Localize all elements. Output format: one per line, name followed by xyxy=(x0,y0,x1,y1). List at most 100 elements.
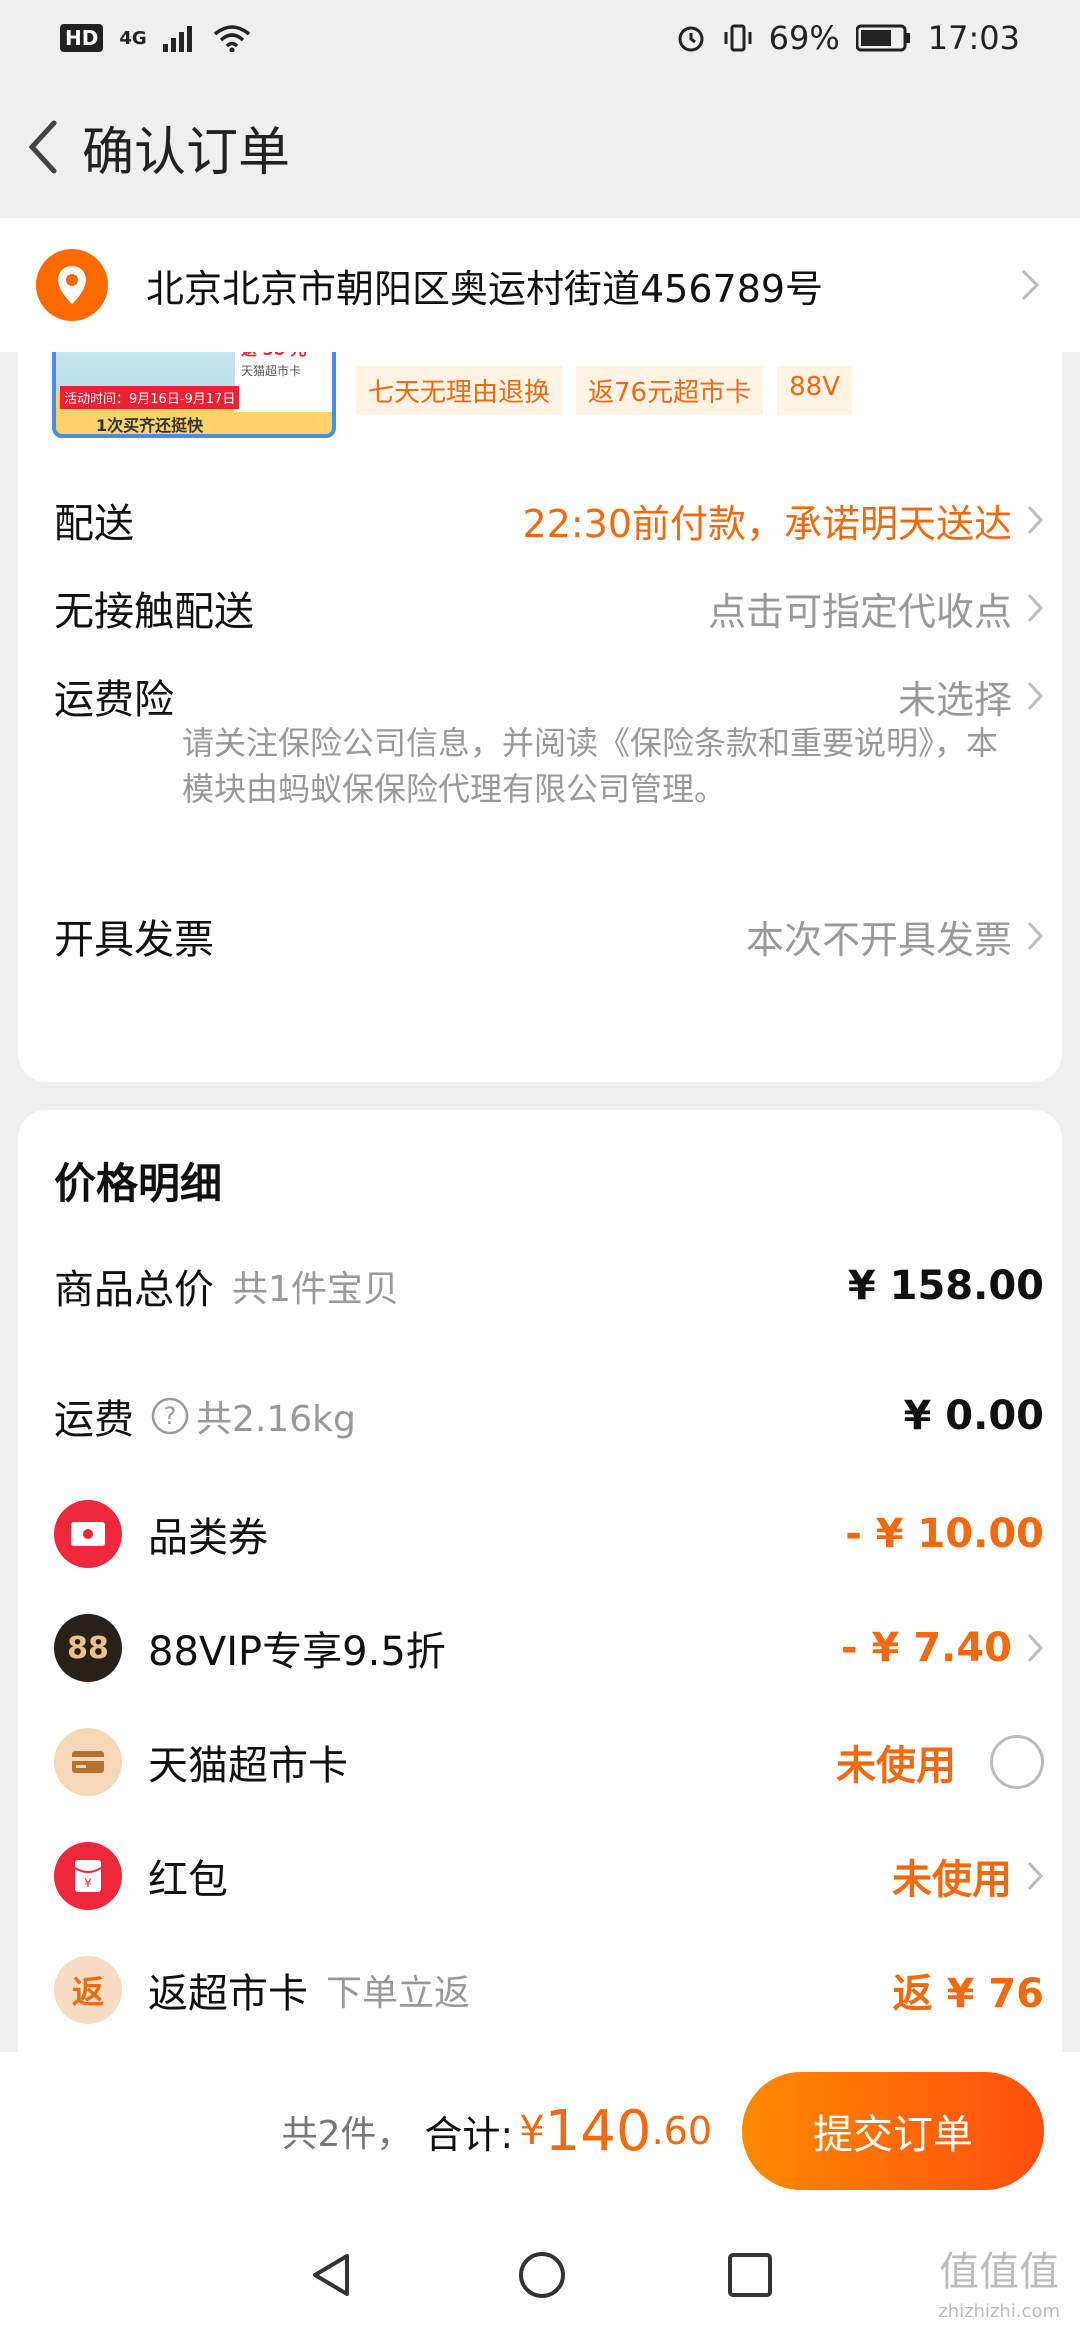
help-icon[interactable]: ? xyxy=(150,1396,190,1436)
invoice-row[interactable]: 开具发票 本次不开具发票 xyxy=(54,896,1044,976)
invoice-value-wrap: 本次不开具发票 xyxy=(746,909,1044,964)
total-label: 合计: xyxy=(424,2112,514,2157)
vip-amount-wrap: - ¥ 7.40 xyxy=(841,1625,1044,1671)
total-currency: ¥ xyxy=(519,2108,545,2154)
red-packet-wrap: 未使用 xyxy=(892,1847,1044,1905)
chevron-right-icon xyxy=(1027,593,1044,623)
shipping-label: 运费 xyxy=(54,1397,134,1443)
chevron-right-icon xyxy=(1027,921,1044,951)
vip-discount-left: 88 88VIP专享9.5折 xyxy=(54,1614,446,1682)
goods-total-row: 商品总价 共1件宝贝 ¥ 158.00 xyxy=(54,1246,1044,1326)
insurance-value-wrap: 未选择 xyxy=(898,669,1044,724)
coupon-icon xyxy=(54,1500,122,1568)
total-integer: 140 xyxy=(544,2098,652,2164)
status-right: 69% 17:03 xyxy=(675,19,1020,57)
page-title: 确认订单 xyxy=(82,122,291,183)
clock: 17:03 xyxy=(927,19,1020,57)
rebate-card-amount: 返 ¥ 76 xyxy=(892,1971,1044,2017)
rebate-card-sub: 下单立返 xyxy=(326,1973,471,2014)
invoice-value: 本次不开具发票 xyxy=(745,917,1012,962)
network-badge: 4G xyxy=(119,27,147,49)
back-icon[interactable] xyxy=(8,97,78,197)
tmall-card-wrap: 未使用 xyxy=(836,1733,1044,1791)
red-packet-row[interactable]: ¥ 红包 未使用 xyxy=(54,1836,1044,1916)
watermark: 值值值 zhizhizhi.com xyxy=(938,2252,1060,2332)
signal-icon xyxy=(162,26,192,52)
submit-order-button[interactable]: 提交订单 xyxy=(742,2072,1044,2190)
nav-recents-icon[interactable] xyxy=(727,2252,773,2298)
checkout-bar: 共2件， 合计: ¥ 140 .60 提交订单 xyxy=(0,2052,1080,2210)
rebate-icon: 返 xyxy=(54,1956,122,2024)
vip-discount-label: 88VIP专享9.5折 xyxy=(148,1629,446,1675)
insurance-value: 未选择 xyxy=(897,677,1012,722)
contactless-row[interactable]: 无接触配送 点击可指定代收点 xyxy=(54,568,1044,648)
tmall-card-row[interactable]: 天猫超市卡 未使用 xyxy=(54,1722,1044,1802)
tag-rebate: 返76元超市卡 xyxy=(576,366,764,415)
rebate-card-label: 返超市卡 xyxy=(148,1971,308,2017)
contactless-value-wrap: 点击可指定代收点 xyxy=(708,581,1044,636)
shipping-sub: 共2.16kg xyxy=(196,1399,356,1440)
thumb-card-label: 天猫超市卡 xyxy=(241,364,302,378)
red-packet-label: 红包 xyxy=(148,1857,228,1903)
system-nav-bar: 值值值 zhizhizhi.com xyxy=(0,2210,1080,2340)
insurance-note: 请关注保险公司信息，并阅读《保险条款和重要说明》，本模块由蚂蚁保保险代理有限公司… xyxy=(182,724,999,808)
vip-discount-row[interactable]: 88 88VIP专享9.5折 - ¥ 7.40 xyxy=(54,1608,1044,1688)
tmall-card-status: 未使用 xyxy=(836,1743,956,1789)
battery-percent: 69% xyxy=(768,19,840,57)
shipping-amount: ¥ 0.00 xyxy=(903,1393,1044,1439)
tmall-card-left: 天猫超市卡 xyxy=(54,1728,348,1796)
goods-total-amount: ¥ 158.00 xyxy=(847,1263,1044,1309)
chevron-right-icon xyxy=(1016,265,1044,305)
product-tags: 七天无理由退换 返76元超市卡 88V xyxy=(356,366,856,422)
rebate-card-row: 返 返超市卡 下单立返 返 ¥ 76 xyxy=(54,1950,1044,2030)
nav-home-icon[interactable] xyxy=(517,2250,567,2300)
svg-text:¥: ¥ xyxy=(84,1876,92,1890)
total-decimal: .60 xyxy=(651,2109,712,2153)
delivery-value-wrap: 22:30前付款，承诺明天送达 xyxy=(522,493,1044,548)
shipping-row: 运费 ? 共2.16kg ¥ 0.00 xyxy=(54,1376,1044,1456)
vip-88-icon: 88 xyxy=(54,1614,122,1682)
rebate-card-left: 返 返超市卡 下单立返 xyxy=(54,1956,470,2024)
vip-discount-amount: - ¥ 7.40 xyxy=(841,1625,1012,1671)
tmall-card-radio[interactable] xyxy=(990,1735,1044,1789)
contactless-label: 无接触配送 xyxy=(54,589,254,635)
category-coupon-amount: - ¥ 10.00 xyxy=(845,1511,1044,1557)
address-bar[interactable]: 北京北京市朝阳区奥运村街道456789号 xyxy=(0,218,1080,352)
alarm-icon xyxy=(678,26,704,52)
address-text: 北京北京市朝阳区奥运村街道456789号 xyxy=(146,266,824,311)
delivery-value: 22:30前付款，承诺明天送达 xyxy=(522,501,1012,546)
invoice-label: 开具发票 xyxy=(54,917,214,963)
tag-vip: 88V xyxy=(777,366,852,415)
goods-total-label: 商品总价 xyxy=(54,1267,214,1313)
chevron-right-icon xyxy=(1027,1633,1044,1663)
category-coupon-label: 品类券 xyxy=(148,1515,268,1561)
red-packet-icon: ¥ xyxy=(54,1842,122,1910)
price-section-title: 价格明细 xyxy=(54,1159,223,1208)
contactless-value: 点击可指定代收点 xyxy=(707,589,1012,634)
wifi-icon xyxy=(213,25,250,52)
watermark-text: 值值值 xyxy=(939,2249,1060,2295)
insurance-label: 运费险 xyxy=(54,677,174,723)
chevron-right-icon xyxy=(1027,505,1044,535)
chevron-right-icon xyxy=(1027,1861,1044,1891)
goods-total-left: 商品总价 共1件宝贝 xyxy=(54,1257,399,1315)
header: 确认订单 xyxy=(0,76,1080,218)
shipping-left: 运费 ? 共2.16kg xyxy=(54,1387,356,1445)
thumb-cta: 1次买齐还挺快 xyxy=(96,416,204,435)
category-coupon-row: 品类券 - ¥ 10.00 xyxy=(54,1494,1044,1574)
red-packet-status: 未使用 xyxy=(892,1857,1012,1903)
status-left: HD 4G xyxy=(60,24,251,52)
status-bar: HD 4G 69% 17:03 xyxy=(0,0,1080,76)
delivery-row[interactable]: 配送 22:30前付款，承诺明天送达 xyxy=(54,480,1044,560)
goods-total-sub: 共1件宝贝 xyxy=(232,1269,399,1310)
order-card: 返 38 元 天猫超市卡 活动时间：9月16日-9月17日 1次买齐还挺快 七天… xyxy=(18,330,1062,1082)
chevron-right-icon xyxy=(1027,681,1044,711)
tmall-card-label: 天猫超市卡 xyxy=(148,1743,348,1789)
tag-return: 七天无理由退换 xyxy=(356,366,563,415)
battery-icon xyxy=(855,24,910,52)
item-count: 共2件， xyxy=(281,2114,413,2155)
card-icon xyxy=(54,1728,122,1796)
nav-back-icon[interactable] xyxy=(307,2250,357,2300)
thumb-promo: 活动时间：9月16日-9月17日 xyxy=(60,386,240,409)
delivery-label: 配送 xyxy=(54,501,134,547)
